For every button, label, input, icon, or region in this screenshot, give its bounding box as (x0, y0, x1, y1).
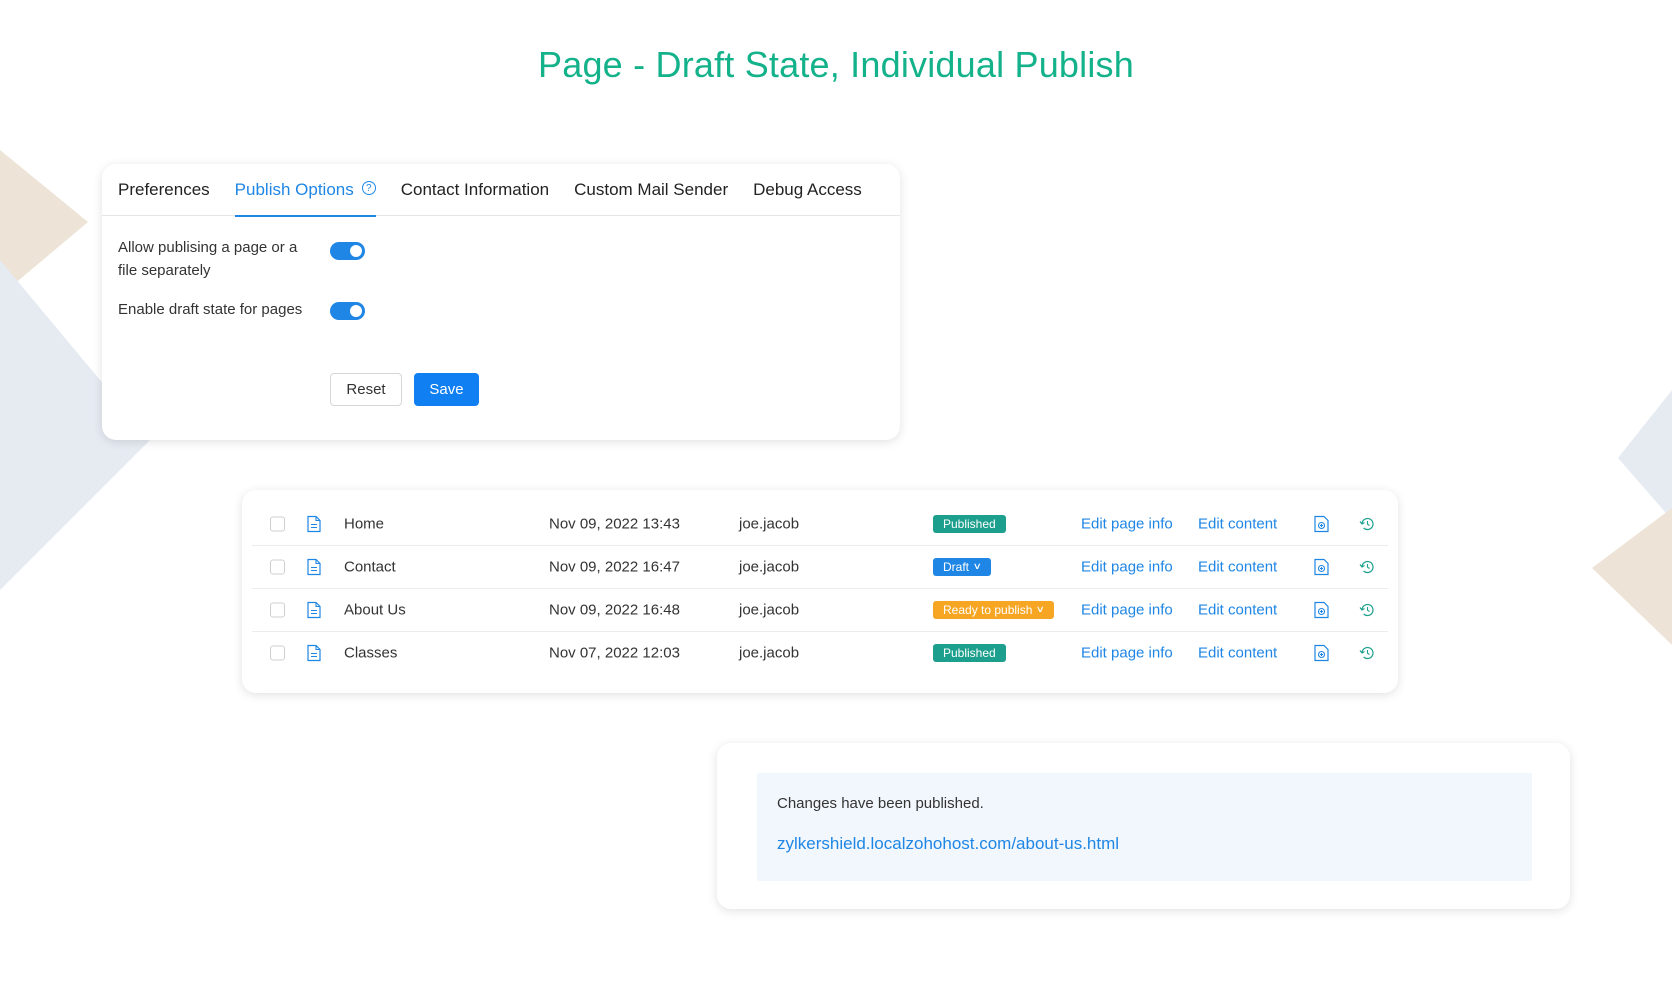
page-user: joe.jacob (739, 515, 800, 532)
page-user: joe.jacob (739, 644, 800, 662)
table-row: About Us Nov 09, 2022 16:48 joe.jacob Re… (252, 588, 1388, 632)
save-button[interactable]: Save (414, 373, 479, 406)
version-history-icon[interactable] (1359, 645, 1376, 662)
publish-page-icon[interactable] (1314, 644, 1329, 662)
page-file-icon (307, 644, 321, 662)
tab-custom-mail-sender[interactable]: Custom Mail Sender (574, 164, 728, 216)
page-file-icon (307, 558, 321, 575)
help-icon[interactable]: ? (361, 181, 376, 195)
row-checkbox[interactable] (270, 559, 285, 574)
chevron-down-icon: ∨ (972, 561, 982, 571)
publish-page-icon[interactable] (1314, 558, 1329, 575)
version-history-icon[interactable] (1359, 515, 1376, 532)
page-modified-date: Nov 07, 2022 12:03 (549, 644, 680, 662)
enable-draft-state-label: Enable draft state for pages (118, 301, 303, 318)
table-row: Home Nov 09, 2022 13:43 joe.jacob Publis… (252, 502, 1388, 546)
edit-page-info-link[interactable]: Edit page info (1081, 558, 1173, 575)
page-file-icon (307, 601, 321, 618)
page-name[interactable]: Home (344, 515, 384, 532)
settings-card: Preferences Publish Options ? Contact In… (102, 164, 900, 440)
status-dropdown[interactable]: Draft ∨ (933, 557, 991, 576)
publish-page-icon[interactable] (1314, 601, 1329, 618)
published-page-link[interactable]: zylkershield.localzohohost.com/about-us.… (777, 834, 1119, 854)
status-badge: Published (933, 644, 1006, 662)
allow-separate-publish-label: Allow publising a page or a file separat… (118, 239, 298, 279)
tab-publish-options[interactable]: Publish Options ? (234, 164, 376, 217)
page-name[interactable]: Classes (344, 645, 397, 662)
row-checkbox[interactable] (270, 602, 285, 617)
settings-tabs: Preferences Publish Options ? Contact In… (102, 164, 900, 217)
page-modified-date: Nov 09, 2022 16:48 (549, 601, 680, 618)
edit-content-link[interactable]: Edit content (1198, 601, 1277, 618)
edit-page-info-link[interactable]: Edit page info (1081, 601, 1173, 618)
page-file-icon (307, 515, 321, 532)
chevron-down-icon: ∨ (1036, 604, 1046, 614)
page-user: joe.jacob (739, 558, 800, 575)
edit-page-info-link[interactable]: Edit page info (1081, 515, 1173, 532)
version-history-icon[interactable] (1359, 601, 1376, 618)
toggle-knob (350, 305, 362, 317)
pages-table: Home Nov 09, 2022 13:43 joe.jacob Publis… (242, 490, 1398, 693)
toggle-knob (350, 245, 362, 257)
reset-button[interactable]: Reset (330, 373, 402, 406)
tab-debug-access[interactable]: Debug Access (753, 164, 862, 216)
table-row: Classes Nov 07, 2022 12:03 joe.jacob Pub… (252, 631, 1388, 675)
row-checkbox[interactable] (270, 516, 285, 531)
background-decoration-right (1592, 390, 1672, 645)
status-badge: Published (933, 514, 1006, 533)
row-checkbox[interactable] (270, 645, 285, 661)
publish-message: Changes have been published. (777, 795, 984, 812)
publish-page-icon[interactable] (1314, 515, 1329, 532)
page-title: Page - Draft State, Individual Publish (538, 44, 1134, 85)
edit-content-link[interactable]: Edit content (1198, 645, 1277, 662)
edit-page-info-link[interactable]: Edit page info (1081, 645, 1173, 662)
tab-contact-information[interactable]: Contact Information (401, 164, 549, 216)
tab-preferences[interactable]: Preferences (118, 164, 210, 216)
page-user: joe.jacob (739, 601, 800, 618)
edit-content-link[interactable]: Edit content (1198, 558, 1277, 575)
page-name[interactable]: About Us (344, 601, 406, 618)
edit-content-link[interactable]: Edit content (1198, 515, 1277, 532)
page-modified-date: Nov 09, 2022 13:43 (549, 515, 680, 532)
version-history-icon[interactable] (1359, 558, 1376, 575)
page-name[interactable]: Contact (344, 558, 396, 575)
publish-notification-card: Changes have been published. zylkershiel… (717, 743, 1570, 909)
enable-draft-state-toggle[interactable] (330, 302, 365, 320)
allow-separate-publish-toggle[interactable] (330, 242, 365, 260)
status-dropdown[interactable]: Ready to publish ∨ (933, 600, 1054, 619)
page-modified-date: Nov 09, 2022 16:47 (549, 558, 680, 575)
table-row: Contact Nov 09, 2022 16:47 joe.jacob Dra… (252, 545, 1388, 589)
publish-notification: Changes have been published. zylkershiel… (757, 773, 1532, 881)
